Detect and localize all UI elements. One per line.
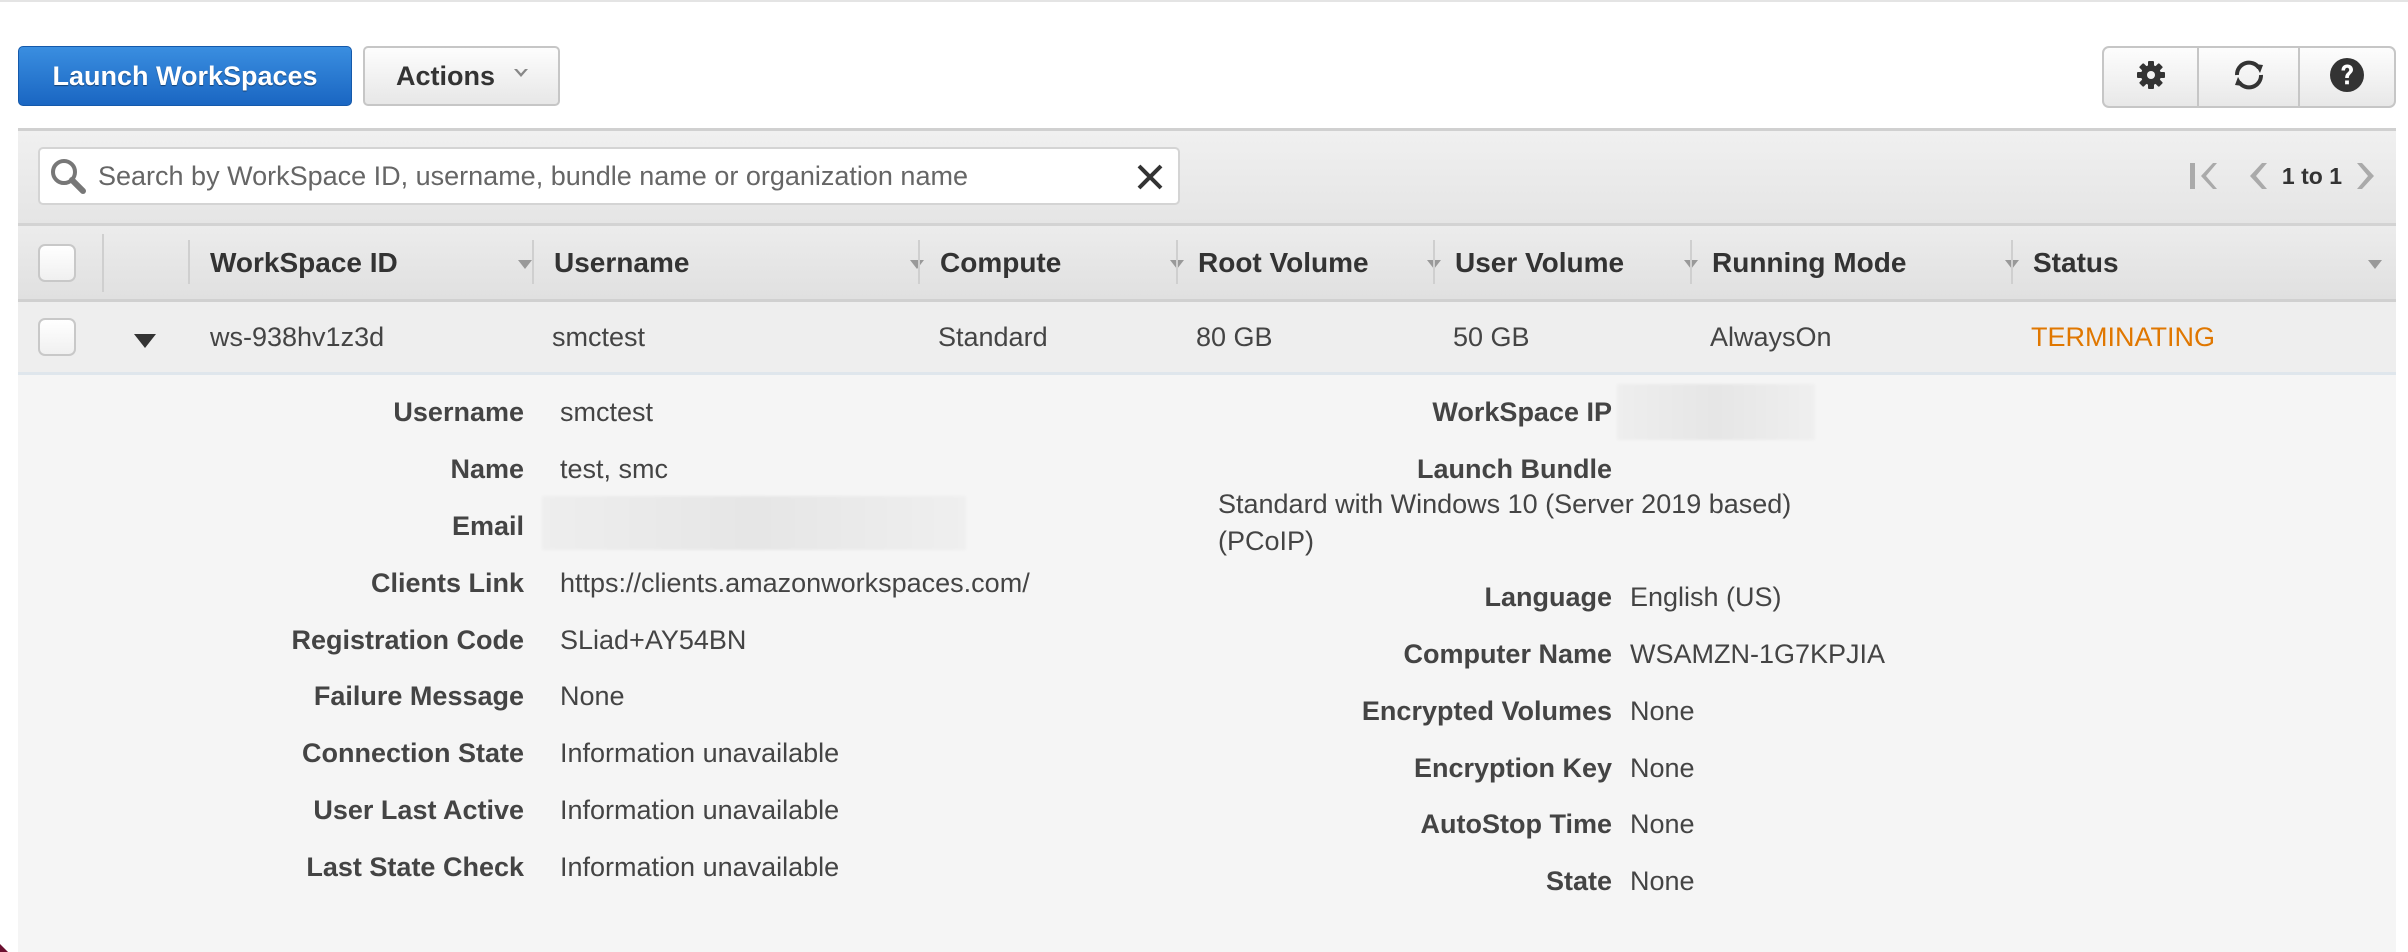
page-range-label: 1 to 1 (2281, 162, 2342, 189)
detail-label-name: Name (450, 454, 524, 484)
detail-label-workspace-ip: WorkSpace IP (1432, 397, 1612, 427)
row-checkbox[interactable] (38, 318, 76, 356)
column-header-status[interactable]: Status (2033, 226, 2396, 299)
workspace-details-panel: Username smctest Name test, smc Email Cl… (18, 375, 2396, 952)
detail-label-user-last-active: User Last Active (313, 795, 524, 825)
detail-label-launch-bundle: Launch Bundle (1417, 454, 1612, 484)
sort-icon (2368, 260, 2382, 269)
launch-workspaces-button[interactable]: Launch WorkSpaces (18, 46, 352, 106)
detail-value-user-last-active: Information unavailable (560, 795, 840, 825)
detail-value-computer-name: WSAMZN-1G7KPJIA (1630, 639, 1886, 669)
cell-root-volume: 80 GB (1196, 321, 1273, 352)
toolbar-icon-group (2102, 46, 2396, 108)
caret-down-icon (134, 334, 156, 348)
help-button[interactable] (2300, 48, 2394, 106)
detail-value-workspace-ip-redacted (1617, 384, 1815, 440)
detail-value-connection-state: Information unavailable (560, 738, 840, 768)
chevron-right-icon (2357, 163, 2374, 189)
detail-label-encryption-key: Encryption Key (1413, 753, 1612, 783)
search-input[interactable] (98, 160, 1098, 192)
column-divider (918, 240, 920, 284)
cell-running-mode: AlwaysOn (1710, 321, 1832, 352)
cell-user-volume: 50 GB (1453, 321, 1530, 352)
detail-label-computer-name: Computer Name (1403, 639, 1612, 669)
sort-icon (518, 260, 532, 269)
detail-label-username: Username (393, 397, 524, 427)
gear-icon (2135, 59, 2167, 96)
column-divider (1176, 240, 1178, 284)
column-divider (188, 240, 190, 284)
detail-value-last-state-check: Information unavailable (560, 852, 840, 882)
column-header-username[interactable]: Username (554, 226, 938, 299)
next-page-button[interactable] (2346, 156, 2386, 196)
column-divider (1690, 240, 1692, 284)
column-header-user-volume[interactable]: User Volume (1455, 226, 1712, 299)
detail-label-state: State (1545, 866, 1612, 896)
detail-value-username: smctest (560, 397, 654, 427)
help-icon (2329, 57, 2365, 98)
sort-icon (910, 260, 924, 269)
chevron-left-icon (2249, 163, 2267, 189)
row-expand-toggle[interactable] (130, 326, 160, 356)
refresh-icon (2229, 55, 2269, 100)
detail-label-encrypted-volumes: Encrypted Volumes (1361, 696, 1612, 726)
table-header: WorkSpace ID Username Compute Root Volum… (18, 226, 2396, 302)
detail-value-registration-code: SLiad+AY54BN (560, 625, 747, 655)
column-header-root-volume[interactable]: Root Volume (1198, 226, 1455, 299)
launch-workspaces-label: Launch WorkSpaces (52, 60, 318, 91)
pagination: 1 to 1 (2184, 151, 2386, 201)
column-divider (532, 240, 534, 284)
search-icon (48, 156, 88, 196)
detail-value-encryption-key: None (1630, 753, 1695, 783)
detail-value-launch-bundle-line1: Standard with Windows 10 (Server 2019 ba… (1218, 489, 1792, 519)
detail-label-failure-message: Failure Message (313, 681, 524, 711)
detail-label-email: Email (451, 511, 524, 541)
status-badge: TERMINATING (2031, 321, 2215, 352)
table-row[interactable]: ws-938hv1z3d smctest Standard 80 GB 50 G… (18, 302, 2396, 375)
settings-button[interactable] (2104, 48, 2199, 106)
cell-compute: Standard (938, 321, 1048, 352)
clients-link[interactable]: https://clients.amazonworkspaces.com/ (560, 568, 1030, 599)
actions-dropdown-button[interactable]: Actions (363, 46, 560, 106)
first-page-icon (2189, 163, 2217, 189)
search-box (38, 147, 1180, 205)
column-divider (1433, 240, 1435, 284)
cell-workspace-id[interactable]: ws-938hv1z3d (210, 302, 384, 372)
column-divider (2011, 240, 2013, 284)
detail-label-clients-link: Clients Link (370, 568, 524, 598)
detail-value-encrypted-volumes: None (1630, 696, 1695, 726)
clear-search-button[interactable] (1132, 159, 1168, 195)
detail-label-connection-state: Connection State (301, 738, 524, 768)
detail-label-language: Language (1484, 582, 1612, 612)
detail-value-name: test, smc (560, 454, 669, 484)
chevron-down-icon (513, 67, 528, 81)
column-header-workspace-id[interactable]: WorkSpace ID (210, 226, 546, 299)
search-toolbar: 1 to 1 (18, 128, 2396, 226)
detail-value-language: English (US) (1630, 582, 1782, 612)
previous-page-button[interactable] (2238, 156, 2278, 196)
detail-label-autostop-time: AutoStop Time (1420, 809, 1613, 839)
column-divider (102, 234, 104, 292)
detail-value-state: None (1630, 866, 1695, 896)
cell-username: smctest (552, 321, 646, 352)
workspaces-table-panel: 1 to 1 WorkSpace ID Username Compute Roo… (18, 128, 2396, 952)
select-all-checkbox[interactable] (38, 244, 76, 282)
first-page-button[interactable] (2184, 156, 2224, 196)
column-header-compute[interactable]: Compute (940, 226, 1198, 299)
actions-label: Actions (395, 60, 495, 91)
detail-value-failure-message: None (560, 681, 625, 711)
background-corner (0, 944, 8, 952)
refresh-button[interactable] (2199, 48, 2300, 106)
top-divider (0, 0, 2408, 2)
detail-value-launch-bundle-line2: (PCoIP) (1218, 526, 1315, 556)
detail-label-last-state-check: Last State Check (306, 852, 524, 882)
close-icon (1137, 164, 1163, 190)
detail-value-email-redacted (542, 496, 966, 550)
detail-value-autostop-time: None (1630, 809, 1695, 839)
detail-label-registration-code: Registration Code (291, 625, 524, 655)
column-header-running-mode[interactable]: Running Mode (1712, 226, 2033, 299)
